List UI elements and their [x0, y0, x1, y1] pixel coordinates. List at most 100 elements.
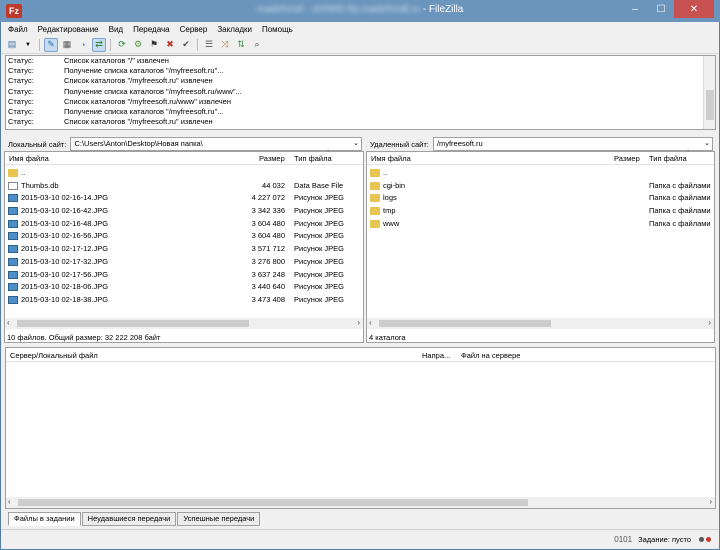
message-log[interactable]: Статус: Список каталогов "/" извлечен Ста…	[5, 55, 716, 130]
search-icon[interactable]: ⌕	[250, 38, 264, 52]
image-file-icon	[8, 219, 18, 228]
minimize-button[interactable]: –	[622, 0, 648, 18]
binary-mode-icon[interactable]: 0101	[614, 535, 632, 544]
remote-file-row[interactable]: cgi-bin Папка с файлами	[367, 180, 714, 193]
queue-col-server[interactable]: Сервер/Локальный файл	[10, 351, 98, 360]
remote-hscrollbar[interactable]: ‹ ›	[367, 318, 714, 329]
chevron-left-icon[interactable]: ‹	[369, 318, 372, 327]
folder-icon	[370, 219, 380, 228]
menu-file[interactable]: Файл	[3, 25, 33, 34]
menu-server[interactable]: Сервер	[175, 25, 213, 34]
tab-queued-files[interactable]: Файлы в задании	[8, 512, 81, 526]
chevron-left-icon[interactable]: ‹	[7, 318, 10, 327]
log-scrollbar[interactable]	[703, 56, 715, 129]
dropdown-arrow-icon[interactable]: ▼	[21, 38, 35, 52]
remote-file-row[interactable]: logs Папка с файлами	[367, 192, 714, 205]
local-file-row[interactable]: 2015-03-10 02-16-56.JPG 3 604 480 Рисунок …	[5, 230, 363, 243]
remote-col-name[interactable]: Имя файла	[371, 154, 411, 163]
remote-col-size[interactable]: Размер	[614, 154, 640, 163]
status-bar: 0101 Задание: пусто	[1, 529, 719, 549]
log-line: Статус: Получение списка каталогов "/myfr…	[8, 106, 224, 116]
menu-edit[interactable]: Редактирование	[33, 25, 104, 34]
image-file-icon	[8, 283, 18, 292]
local-file-row[interactable]: 2015-03-10 02-17-32.JPG 3 276 800 Рисунок …	[5, 256, 363, 269]
local-file-row[interactable]: 2015-03-10 02-16-42.JPG 3 342 336 Рисунок …	[5, 205, 363, 218]
menu-help[interactable]: Помощь	[257, 25, 298, 34]
folder-icon	[370, 207, 380, 216]
queue-hscrollbar[interactable]: ‹ ›	[6, 497, 715, 508]
local-file-row[interactable]: 2015-03-10 02-18-06.JPG 3 440 640 Рисунок …	[5, 281, 363, 294]
chevron-left-icon[interactable]: ‹	[8, 497, 11, 506]
toggle-queue-icon[interactable]: ⇄	[92, 37, 106, 52]
site-manager-icon[interactable]: ▤	[5, 38, 19, 52]
chevron-down-icon[interactable]: ⌄	[704, 138, 710, 150]
queue-col-remote[interactable]: Файл на сервере	[461, 351, 520, 360]
compare-icon[interactable]: ⤨	[218, 38, 232, 52]
remote-hscroll-thumb[interactable]	[379, 320, 551, 327]
local-col-size[interactable]: Размер	[259, 154, 285, 163]
toggle-local-tree-icon[interactable]: ▦	[60, 38, 74, 52]
local-list-header: Имя файла Размер Тип файла ^	[5, 150, 363, 165]
menu-view[interactable]: Вид	[104, 25, 128, 34]
remote-summary: 4 каталога	[369, 333, 406, 342]
local-file-row[interactable]: Thumbs.db 44 032 Data Base File	[5, 180, 363, 193]
queue-col-direction[interactable]: Напра...	[422, 351, 450, 360]
folder-icon	[8, 169, 18, 177]
title-bar: Fz madeforall - sh0960 ftp.madeforall.ru…	[0, 0, 720, 22]
remote-col-type[interactable]: Тип файла	[649, 154, 687, 163]
window-title-blurred: madeforall - sh0960 ftp.madeforall.ru	[256, 4, 421, 15]
cancel-icon[interactable]: ⚑	[147, 38, 161, 52]
image-file-icon	[8, 232, 18, 241]
image-file-icon	[8, 207, 18, 216]
log-scroll-thumb[interactable]	[706, 90, 714, 120]
refresh-icon[interactable]: ⟳	[115, 38, 129, 52]
local-hscrollbar[interactable]: ‹ ›	[5, 318, 363, 329]
local-file-row[interactable]: 2015-03-10 02-18-38.JPG 3 473 408 Рисунок …	[5, 294, 363, 307]
local-col-name[interactable]: Имя файла	[9, 154, 49, 163]
toolbar: ▤ ▼ ✎ ▦ ◔ ⇄ ⟳ ⚙ ⚑ ✖ ✔ ☰ ⤨ ⇅ ⌕	[1, 36, 719, 54]
tab-failed-transfers[interactable]: Неудавшиеся передачи	[81, 512, 177, 526]
remote-file-row[interactable]: ..	[367, 167, 714, 180]
chevron-right-icon[interactable]: ›	[708, 318, 711, 327]
reconnect-icon[interactable]: ✔	[179, 38, 193, 52]
local-file-row[interactable]: ..	[5, 167, 363, 180]
remote-site-label: Удаленный сайт:	[370, 139, 429, 149]
queue-tabs: Файлы в задании Неудавшиеся передачи Усп…	[8, 512, 261, 526]
remote-file-row[interactable]: tmp Папка с файлами	[367, 205, 714, 218]
log-line: Статус: Получение списка каталогов "/myfr…	[8, 66, 224, 76]
menu-bookmarks[interactable]: Закладки	[212, 25, 257, 34]
chevron-down-icon[interactable]: ⌄	[353, 138, 359, 150]
maximize-button[interactable]: ☐	[648, 0, 674, 18]
window-title: madeforall - sh0960 ftp.madeforall.ru - …	[0, 4, 720, 15]
disconnect-icon[interactable]: ✖	[163, 38, 177, 52]
menu-transfer[interactable]: Передача	[128, 25, 174, 34]
local-file-row[interactable]: 2015-03-10 02-16-48.JPG 3 604 480 Рисунок …	[5, 218, 363, 231]
folder-icon	[370, 181, 380, 190]
local-summary: 10 файлов. Общий размер: 32 222 208 байт	[7, 333, 161, 342]
filter-icon[interactable]: ☰	[202, 38, 216, 52]
remote-path-input[interactable]: /myfreesoft.ru ⌄	[432, 137, 713, 151]
close-button[interactable]: ✕	[674, 0, 714, 18]
image-file-icon	[8, 270, 18, 279]
local-file-row[interactable]: 2015-03-10 02-16-14.JPG 4 227 072 Рисунок …	[5, 192, 363, 205]
local-file-row[interactable]: 2015-03-10 02-17-56.JPG 3 637 248 Рисунок …	[5, 269, 363, 282]
remote-file-row[interactable]: www Папка с файлами	[367, 218, 714, 231]
remote-list-header: Имя файла Размер Тип файла ^	[367, 150, 714, 165]
folder-icon	[370, 169, 380, 177]
transfer-queue[interactable]: Сервер/Локальный файл Напра... Файл на с…	[5, 347, 716, 509]
queue-hscroll-thumb[interactable]	[18, 499, 528, 506]
toggle-log-icon[interactable]: ✎	[44, 37, 58, 52]
log-line: Статус: Список каталогов "/" извлечен	[8, 56, 169, 65]
chevron-right-icon[interactable]: ›	[709, 497, 712, 506]
local-file-row[interactable]: 2015-03-10 02-17-12.JPG 3 571 712 Рисунок …	[5, 243, 363, 256]
local-path-input[interactable]: C:\Users\Anton\Desktop\Новая папка\ ⌄	[70, 137, 362, 151]
log-line: Статус: Список каталогов "/myfreesoft.ru/…	[8, 96, 231, 106]
file-icon	[8, 181, 18, 190]
sync-browse-icon[interactable]: ⇅	[234, 38, 248, 52]
chevron-right-icon[interactable]: ›	[357, 318, 360, 327]
local-file-pane: Имя файла Размер Тип файла ^ .. Thumbs.d…	[4, 150, 364, 343]
local-hscroll-thumb[interactable]	[17, 320, 249, 327]
process-queue-icon[interactable]: ⚙	[131, 38, 145, 52]
tab-successful-transfers[interactable]: Успешные передачи	[177, 512, 261, 526]
toggle-remote-tree-icon[interactable]: ◔	[76, 38, 90, 52]
